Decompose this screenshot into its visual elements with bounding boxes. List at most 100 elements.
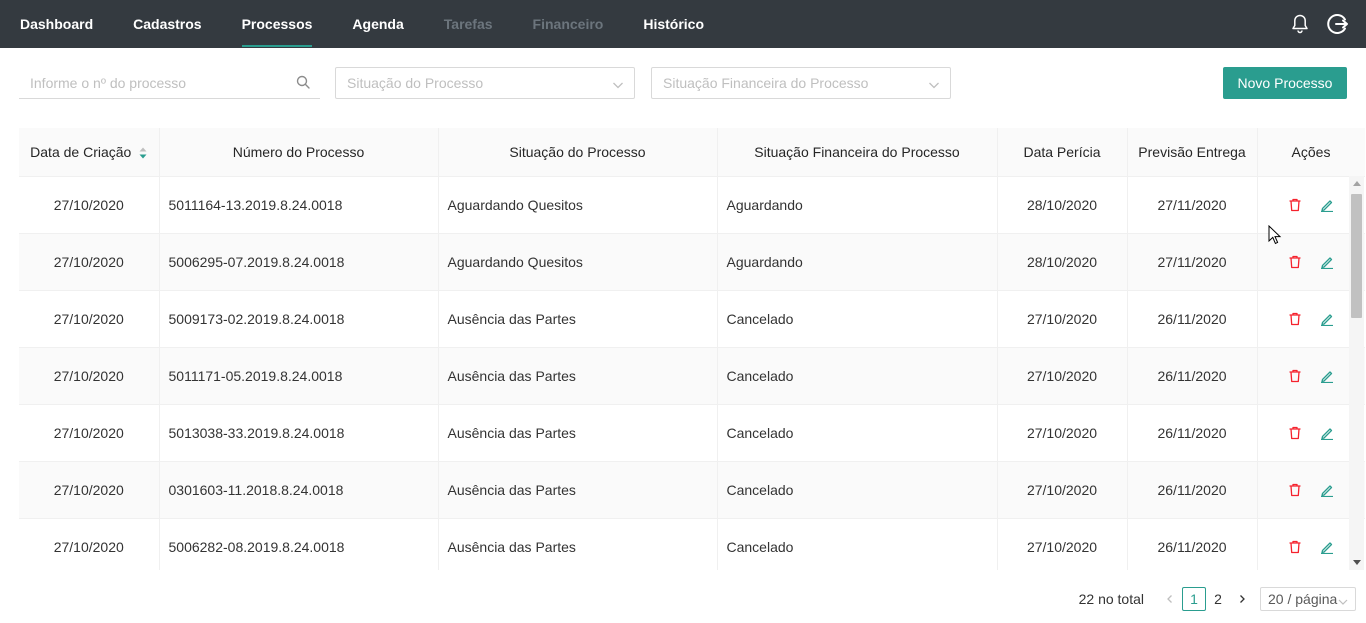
delete-icon[interactable]: [1288, 312, 1302, 326]
chevron-down-icon: [1338, 594, 1348, 605]
search-input[interactable]: [19, 67, 320, 98]
numero-processo-cell: 5009173-02.2019.8.24.0018: [159, 290, 439, 348]
situacao-cell: Ausência das Partes: [438, 461, 718, 519]
process-table-container: Data de Criação Número do Processo Situa…: [19, 128, 1365, 570]
previsao-entrega-cell: 26/11/2020: [1127, 518, 1258, 570]
data-criacao-cell: 27/10/2020: [19, 404, 160, 462]
table-row[interactable]: 27/10/2020 5006295-07.2019.8.24.0018 Aguar…: [19, 233, 1365, 291]
numero-processo-cell: 0301603-11.2018.8.24.0018: [159, 461, 439, 519]
numero-processo-cell: 5011171-05.2019.8.24.0018: [159, 347, 439, 405]
edit-icon[interactable]: [1320, 198, 1334, 212]
pagination: 22 no total 1 2 20 / página: [1079, 587, 1356, 611]
nav-item-cadastros[interactable]: Cadastros: [133, 0, 201, 48]
edit-icon[interactable]: [1320, 540, 1334, 554]
data-pericia-cell: 27/10/2020: [997, 404, 1128, 462]
search-box: [19, 67, 320, 99]
data-criacao-cell: 27/10/2020: [19, 176, 160, 234]
page-2[interactable]: 2: [1206, 587, 1230, 611]
column-header-data-pericia: Data Perícia: [997, 128, 1128, 177]
edit-icon[interactable]: [1320, 312, 1334, 326]
data-criacao-cell: 27/10/2020: [19, 461, 160, 519]
total-count: 22 no total: [1078, 591, 1144, 607]
sort-icon[interactable]: [139, 146, 147, 159]
edit-icon[interactable]: [1320, 483, 1334, 497]
table-scrollbar[interactable]: [1349, 176, 1364, 570]
column-header-situacao-financeira: Situação Financeira do Processo: [717, 128, 998, 177]
search-icon[interactable]: [296, 75, 310, 89]
edit-icon[interactable]: [1320, 255, 1334, 269]
situacao-financeira-cell: Cancelado: [717, 518, 998, 570]
situacao-select[interactable]: Situação do Processo: [335, 67, 635, 99]
numero-processo-cell: 5011164-13.2019.8.24.0018: [159, 176, 439, 234]
situacao-cell: Ausência das Partes: [438, 347, 718, 405]
data-pericia-cell: 28/10/2020: [997, 176, 1128, 234]
nav-item-financeiro: Financeiro: [532, 16, 604, 32]
prev-page-icon[interactable]: [1158, 587, 1182, 611]
edit-icon[interactable]: [1320, 426, 1334, 440]
table-row[interactable]: 27/10/2020 5009173-02.2019.8.24.0018 Ausên…: [19, 290, 1365, 348]
nav-item-dashboard[interactable]: Dashboard: [20, 0, 93, 48]
mouse-cursor-icon: [1268, 224, 1282, 245]
table-row[interactable]: 27/10/2020 5011164-13.2019.8.24.0018 Aguar…: [19, 176, 1365, 234]
data-pericia-cell: 27/10/2020: [997, 347, 1128, 405]
scroll-thumb[interactable]: [1351, 194, 1362, 318]
table-row[interactable]: 27/10/2020 5013038-33.2019.8.24.0018 Ausên…: [19, 404, 1365, 462]
chevron-down-icon: [612, 78, 624, 90]
data-pericia-cell: 27/10/2020: [997, 518, 1128, 570]
nav-actions: [1288, 0, 1350, 48]
delete-icon[interactable]: [1288, 255, 1302, 269]
nav-menu: Dashboard Cadastros Processos Agenda Tarefas…: [20, 0, 744, 48]
delete-icon[interactable]: [1288, 198, 1302, 212]
table-row[interactable]: 27/10/2020 5006282-08.2019.8.24.0018 Ausên…: [19, 518, 1365, 570]
logout-icon[interactable]: [1326, 12, 1350, 36]
numero-processo-cell: 5006295-07.2019.8.24.0018: [159, 233, 439, 291]
table-header-row: Data de Criação Número do Processo Situa…: [19, 128, 1365, 177]
situacao-financeira-cell: Cancelado: [717, 404, 998, 462]
column-header-numero: Número do Processo: [159, 128, 439, 177]
situacao-financeira-placeholder: Situação Financeira do Processo: [663, 75, 869, 91]
bell-icon[interactable]: [1288, 12, 1312, 36]
page-size-select[interactable]: 20 / página: [1260, 587, 1356, 611]
previsao-entrega-cell: 26/11/2020: [1127, 290, 1258, 348]
data-pericia-cell: 28/10/2020: [997, 233, 1128, 291]
previsao-entrega-cell: 27/11/2020: [1127, 233, 1258, 291]
delete-icon[interactable]: [1288, 483, 1302, 497]
scroll-up-arrow[interactable]: [1353, 181, 1361, 186]
top-navbar: Dashboard Cadastros Processos Agenda Tarefas…: [0, 0, 1366, 48]
edit-icon[interactable]: [1320, 369, 1334, 383]
nav-item-tarefas: Tarefas: [443, 16, 493, 32]
chevron-down-icon: [928, 78, 940, 90]
page-size-value: 20 / página: [1268, 591, 1338, 607]
numero-processo-cell: 5013038-33.2019.8.24.0018: [159, 404, 439, 462]
previsao-entrega-cell: 27/11/2020: [1127, 176, 1258, 234]
page-1[interactable]: 1: [1182, 587, 1206, 611]
nav-item-historico[interactable]: Histórico: [643, 0, 704, 48]
nav-item-processos[interactable]: Processos: [241, 0, 312, 48]
column-header-data-criacao[interactable]: Data de Criação: [19, 128, 160, 177]
situacao-financeira-cell: Cancelado: [717, 290, 998, 348]
situacao-financeira-cell: Aguardando: [717, 233, 998, 291]
situacao-cell: Ausência das Partes: [438, 290, 718, 348]
nav-item-agenda[interactable]: Agenda: [352, 0, 403, 48]
situacao-cell: Aguardando Quesitos: [438, 233, 718, 291]
next-page-icon[interactable]: [1230, 587, 1254, 611]
column-header-acoes: Ações: [1257, 128, 1365, 177]
table-row[interactable]: 27/10/2020 0301603-11.2018.8.24.0018 Ausên…: [19, 461, 1365, 519]
previsao-entrega-cell: 26/11/2020: [1127, 461, 1258, 519]
situacao-financeira-cell: Cancelado: [717, 347, 998, 405]
situacao-cell: Ausência das Partes: [438, 404, 718, 462]
delete-icon[interactable]: [1288, 369, 1302, 383]
process-table: Data de Criação Número do Processo Situa…: [19, 128, 1365, 570]
new-process-button[interactable]: Novo Processo: [1223, 67, 1347, 99]
column-header-previsao-entrega: Previsão Entrega: [1127, 128, 1258, 177]
previsao-entrega-cell: 26/11/2020: [1127, 347, 1258, 405]
delete-icon[interactable]: [1288, 540, 1302, 554]
delete-icon[interactable]: [1288, 426, 1302, 440]
data-pericia-cell: 27/10/2020: [997, 290, 1128, 348]
situacao-cell: Ausência das Partes: [438, 518, 718, 570]
situacao-financeira-select[interactable]: Situação Financeira do Processo: [651, 67, 951, 99]
data-pericia-cell: 27/10/2020: [997, 461, 1128, 519]
situacao-cell: Aguardando Quesitos: [438, 176, 718, 234]
scroll-down-arrow[interactable]: [1353, 560, 1361, 565]
table-row[interactable]: 27/10/2020 5011171-05.2019.8.24.0018 Ausên…: [19, 347, 1365, 405]
